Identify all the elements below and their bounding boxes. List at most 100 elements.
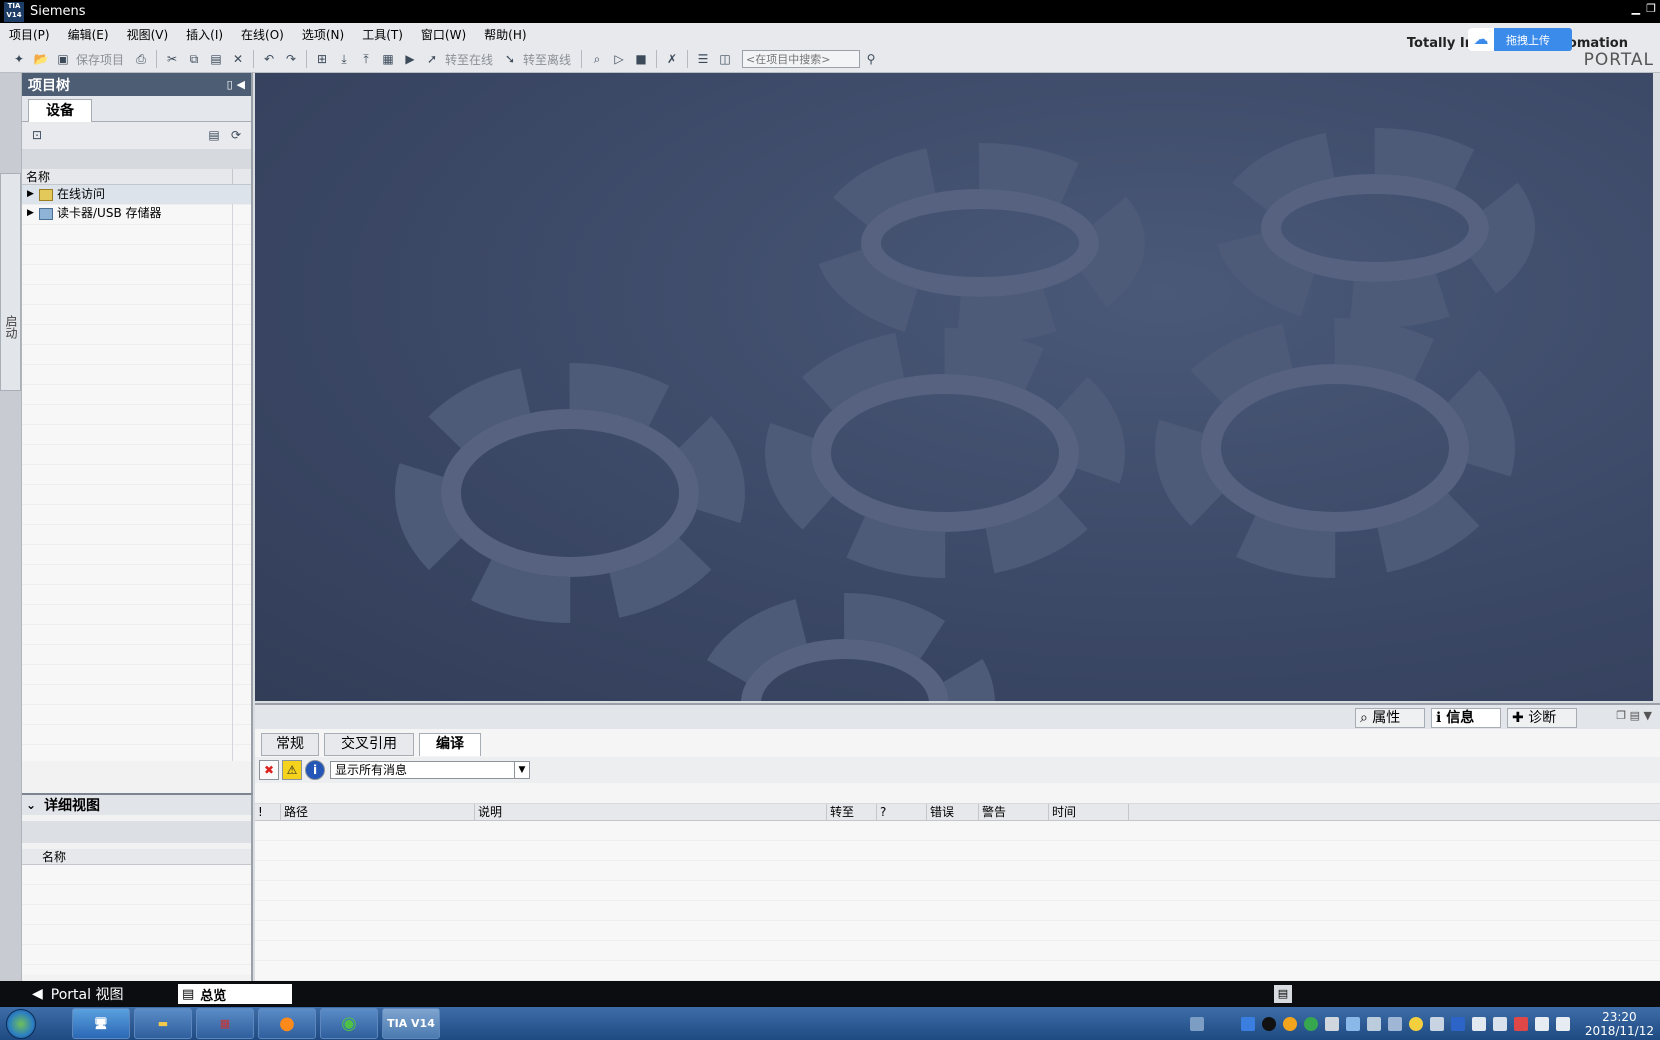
minimize-icon[interactable]: ▁ [1632, 2, 1640, 15]
warning-filter-icon[interactable]: ⚠ [282, 760, 302, 780]
new-project-icon[interactable]: ✦ [10, 50, 28, 68]
tab-properties[interactable]: ⌕ 属性 [1355, 708, 1425, 728]
taskbar-app-orange[interactable]: ● [258, 1008, 316, 1039]
tree-item-label: 读卡器/USB 存储器 [57, 206, 162, 220]
go-offline-button[interactable]: 转至离线 [523, 51, 571, 68]
collapse-panel-icon[interactable]: ▯ ◀ [227, 78, 245, 91]
clock[interactable]: 23:20 2018/11/12 [1585, 1010, 1654, 1038]
menu-project[interactable]: 项目(P) [0, 26, 59, 43]
green-app-icon[interactable] [1303, 1016, 1318, 1031]
open-project-icon[interactable]: 📂 [32, 50, 50, 68]
portal-view-button[interactable]: ◀ Portal 视图 [32, 984, 123, 1004]
split-horizontal-icon[interactable]: ☰ [694, 50, 712, 68]
tab-cross-references[interactable]: 交叉引用 [324, 733, 414, 756]
expand-arrow-icon[interactable]: ▶ [27, 185, 37, 204]
delete-icon[interactable]: ✕ [229, 50, 247, 68]
save-project-button[interactable]: 保存项目 [76, 51, 124, 68]
table-view-icon[interactable]: ▤ [205, 126, 223, 144]
pen-icon[interactable] [1366, 1016, 1381, 1031]
volume-muted-icon[interactable] [1513, 1016, 1528, 1031]
grid-icon[interactable] [1471, 1016, 1486, 1031]
compile-icon[interactable]: ⊞ [313, 50, 331, 68]
panel-layout-icon[interactable]: ❐ ▤ ▼ [1616, 709, 1652, 722]
copy-icon[interactable]: ⧉ [185, 50, 203, 68]
message-filter-value: 显示所有消息 [335, 763, 408, 777]
print-icon[interactable]: ⎙ [132, 50, 150, 68]
refresh-icon[interactable]: ⟳ [227, 126, 245, 144]
menu-view[interactable]: 视图(V) [118, 26, 178, 43]
signal-icon[interactable] [1534, 1016, 1549, 1031]
column-description: 说明 [475, 804, 827, 821]
taskbar-app-tia[interactable]: TIA V14 [382, 1008, 440, 1039]
menu-online[interactable]: 在线(O) [232, 26, 293, 43]
simulation-icon[interactable]: ▦ [379, 50, 397, 68]
chevron-down-icon: ⌄ [26, 798, 37, 812]
tab-compile[interactable]: 编译 [419, 733, 481, 756]
add-device-icon[interactable]: ⊡ [28, 126, 46, 144]
search-binoculars-icon[interactable]: ⚲ [862, 50, 880, 68]
paste-icon[interactable]: ▤ [207, 50, 225, 68]
inspector-window: 常规 交叉引用 编译 ✖ ⚠ i 显示所有消息 ▼ ! 路径 说明 转至 ? 错… [255, 729, 1660, 981]
taskbar-app-explorer[interactable]: ▬ [134, 1008, 192, 1039]
tab-general[interactable]: 常规 [261, 733, 319, 756]
monitor-icon[interactable] [1324, 1016, 1339, 1031]
error-filter-icon[interactable]: ✖ [259, 760, 279, 780]
cloud-tray-icon[interactable] [1240, 1016, 1255, 1031]
upload-from-device-icon[interactable]: ⤒ [357, 50, 375, 68]
left-side-strip: 启动 [0, 73, 22, 981]
menu-help[interactable]: 帮助(H) [475, 26, 535, 43]
taskbar-app-browser[interactable]: ◉ [320, 1008, 378, 1039]
cut-icon[interactable]: ✂ [163, 50, 181, 68]
window-title: Siemens [30, 4, 86, 19]
tab-diagnostics[interactable]: ✚ 诊断 [1507, 708, 1577, 728]
speaker-icon[interactable] [1555, 1016, 1570, 1031]
keyboard-icon[interactable] [1189, 1016, 1204, 1031]
menu-edit[interactable]: 编辑(E) [59, 26, 118, 43]
plus-icon[interactable] [1408, 1016, 1423, 1031]
tree-item-online-access[interactable]: ▶ 在线访问 [22, 185, 251, 204]
download-to-device-icon[interactable]: ⤓ [335, 50, 353, 68]
tree-item-card-reader[interactable]: ▶ 读卡器/USB 存储器 [22, 204, 251, 223]
accessible-devices-icon[interactable]: ⌕ [588, 50, 606, 68]
go-online-icon[interactable]: ➚ [423, 50, 441, 68]
redo-icon[interactable]: ↷ [282, 50, 300, 68]
go-online-button[interactable]: 转至在线 [445, 51, 493, 68]
message-filter-select[interactable]: 显示所有消息 ▼ [330, 761, 530, 779]
diagnostics-icon: ✚ [1512, 710, 1524, 726]
cf-icon[interactable] [1450, 1016, 1465, 1031]
tool-icon[interactable] [1429, 1016, 1444, 1031]
taskbar-app-computer[interactable]: 🖥 [72, 1008, 130, 1039]
stop-cpu-icon[interactable]: ■ [632, 50, 650, 68]
printer-icon[interactable] [1492, 1016, 1507, 1031]
status-list-icon[interactable]: ▤ [1274, 985, 1292, 1003]
tab-devices[interactable]: 设备 [28, 99, 92, 122]
tab-info[interactable]: ℹ 信息 [1431, 708, 1501, 728]
cross-reference-icon[interactable]: ✗ [663, 50, 681, 68]
start-simulation-icon[interactable]: ▶ [401, 50, 419, 68]
save-icon[interactable]: ▣ [54, 50, 72, 68]
overview-tab[interactable]: ▤ 总览 [178, 984, 292, 1004]
go-offline-icon[interactable]: ➘ [501, 50, 519, 68]
menu-tools[interactable]: 工具(T) [353, 26, 412, 43]
menu-insert[interactable]: 插入(I) [177, 26, 232, 43]
info-filter-icon[interactable]: i [305, 760, 325, 780]
split-vertical-icon[interactable]: ◫ [716, 50, 734, 68]
undo-icon[interactable]: ↶ [260, 50, 278, 68]
start-side-tab[interactable]: 启动 [0, 173, 21, 391]
column-divider [232, 185, 233, 761]
start-cpu-icon[interactable]: ▷ [610, 50, 628, 68]
tia-portal-window: TIA V14 Siemens ▁ ❐ 项目(P) 编辑(E) 视图(V) 插入… [0, 0, 1660, 1040]
detail-view-header[interactable]: ⌄ 详细视图 [22, 795, 251, 815]
menu-window[interactable]: 窗口(W) [412, 26, 475, 43]
drag-upload-widget[interactable]: ☁ 拖拽上传 [1468, 28, 1572, 51]
qq-icon[interactable] [1261, 1016, 1276, 1031]
restore-icon[interactable]: ❐ [1646, 2, 1656, 15]
start-button[interactable] [0, 1007, 42, 1040]
menu-options[interactable]: 选项(N) [293, 26, 353, 43]
face-icon[interactable] [1282, 1016, 1297, 1031]
expand-arrow-icon[interactable]: ▶ [27, 204, 37, 223]
taskbar-app-winrar[interactable]: ▦ [196, 1008, 254, 1039]
project-search-input[interactable] [742, 50, 861, 68]
input-method-icon[interactable] [1387, 1016, 1402, 1031]
network-tool-icon[interactable] [1345, 1016, 1360, 1031]
